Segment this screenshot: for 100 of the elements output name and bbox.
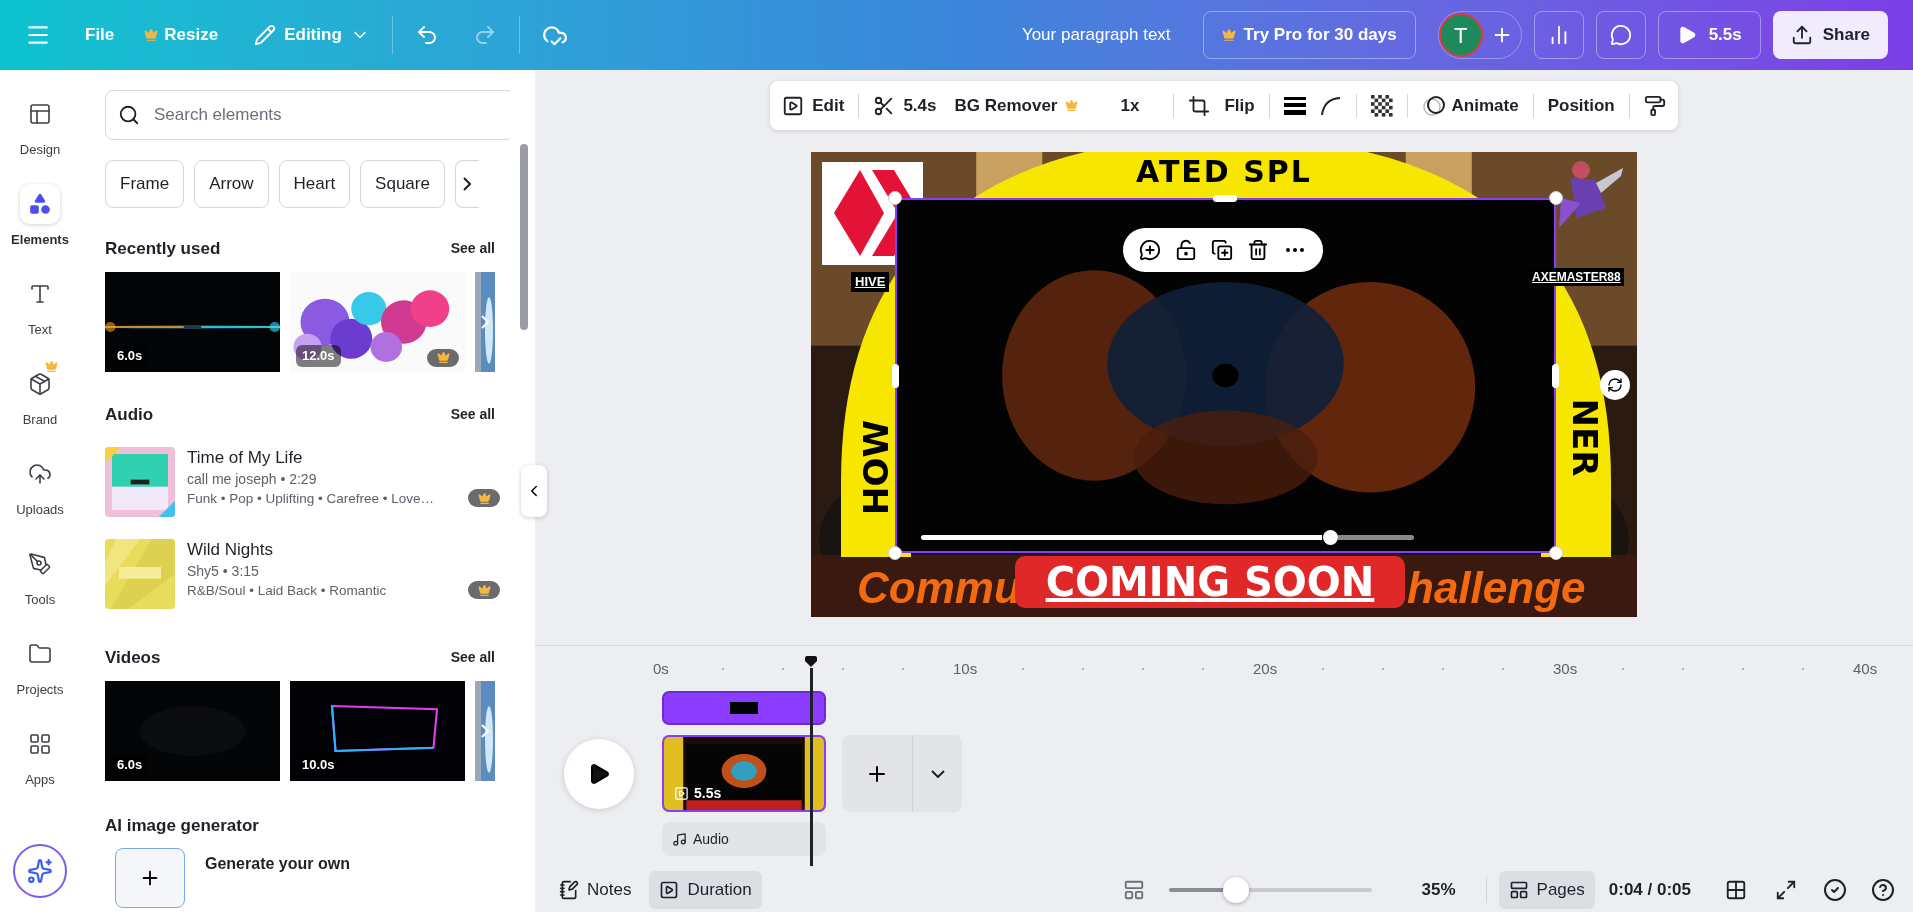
music-icon [672, 831, 687, 847]
crop-icon[interactable] [1188, 94, 1211, 117]
sidebar-tab[interactable]: Tools [0, 534, 80, 624]
track-meta: call me joseph • 2:29 [187, 470, 318, 489]
zoom-slider[interactable] [1168, 877, 1372, 903]
try-pro-button[interactable]: Try Pro for 30 days [1202, 11, 1416, 59]
line-weight-icon[interactable] [1283, 96, 1306, 115]
avatar[interactable]: T [1438, 13, 1483, 57]
design-text: hallenge [1407, 564, 1586, 612]
scrollbar-thumb[interactable] [520, 144, 528, 330]
grid-icon [28, 732, 52, 756]
filter-chip[interactable]: Frame [105, 160, 185, 208]
position-button[interactable]: Position [1547, 92, 1615, 119]
hive-label: HIVE [851, 272, 890, 292]
scrub-slider[interactable] [921, 530, 1414, 545]
more-chips-button[interactable] [454, 160, 479, 208]
playhead-handle-icon[interactable] [804, 656, 818, 668]
crown-icon [144, 28, 159, 42]
duration-button[interactable]: Duration [649, 871, 762, 909]
time-display: 0:04 / 0:05 [1608, 879, 1691, 902]
username-label: AXEMASTER88 [1529, 268, 1624, 286]
cloud-upload-icon [28, 462, 52, 486]
comment-add-icon[interactable] [1139, 239, 1161, 261]
video-clip[interactable]: 5.5s [662, 735, 826, 812]
see-all-link[interactable]: See all [450, 403, 495, 425]
pages-icon [1508, 880, 1529, 900]
text-track[interactable] [662, 691, 826, 725]
pen-icon [28, 552, 52, 576]
magic-button[interactable] [13, 844, 67, 898]
selection-handle[interactable] [1213, 195, 1237, 202]
trim-button[interactable]: 5.4s [873, 92, 937, 119]
sidebar-tab[interactable]: Text [0, 264, 80, 354]
sidebar-tab[interactable]: Apps [0, 714, 80, 804]
sidebar-tab[interactable]: Design [0, 84, 80, 174]
filter-chip[interactable]: Heart [278, 160, 351, 208]
notes-icon [559, 880, 579, 900]
sidebar-tab[interactable]: Uploads [0, 444, 80, 534]
section-title: Recently used [105, 238, 221, 260]
zoom-thumb[interactable] [1222, 877, 1249, 903]
search-icon [118, 104, 140, 126]
paint-roller-icon[interactable] [1643, 94, 1666, 117]
share-icon [1790, 24, 1813, 46]
document-title[interactable]: Your paragraph text [1021, 22, 1171, 48]
unlock-icon[interactable] [1175, 239, 1197, 261]
animate-button[interactable]: Animate [1421, 92, 1519, 119]
clip-duration: 5.5s [674, 783, 722, 804]
play-button[interactable]: 5.5s [1657, 11, 1761, 59]
duration-badge: 12.0s [296, 345, 341, 367]
time-tick: 20s [1253, 659, 1278, 679]
filter-chip[interactable]: Arrow [194, 160, 269, 208]
audio-track[interactable]: Wild Nights Shy5 • 3:15 R&B/Soul • Laid Back • Romantic [105, 539, 500, 609]
grid-icon[interactable] [1725, 879, 1747, 901]
caret-icon [930, 769, 945, 778]
search-field[interactable]: Search elements [105, 90, 510, 140]
fullscreen-icon[interactable] [1775, 879, 1797, 901]
notes-button[interactable]: Notes [553, 871, 638, 909]
flip-button[interactable]: Flip [1224, 92, 1255, 119]
selection-handle[interactable] [892, 364, 899, 388]
filter-chip[interactable]: Square [360, 160, 445, 208]
curve-icon[interactable] [1319, 94, 1342, 117]
duplicate-icon[interactable] [1211, 239, 1233, 261]
audio-track-bar[interactable]: Audio [662, 822, 826, 856]
help-icon[interactable] [1871, 878, 1895, 902]
time-tick: 0s [653, 659, 669, 679]
time-tick: 30s [1553, 659, 1578, 679]
sparkle-icon [27, 858, 53, 884]
see-all-link[interactable]: See all [450, 238, 495, 260]
speed-button[interactable]: 1x [1120, 92, 1140, 119]
share-button[interactable]: Share [1772, 11, 1888, 59]
trash-icon[interactable] [1247, 239, 1269, 261]
sidebar-tab[interactable]: Brand [0, 354, 80, 444]
audio-track[interactable]: Time of My Life call me joseph • 2:29 Funk • Pop • Uplifting • Carefree • Love… [105, 447, 500, 517]
coming-soon-banner: COMING SOON [1015, 556, 1405, 608]
edit-button[interactable]: Edit [782, 92, 845, 119]
selection-handle[interactable] [1552, 364, 1559, 388]
zoom-percent[interactable]: 35% [1421, 877, 1456, 903]
scroll-right-icon[interactable] [481, 314, 489, 329]
track-title: Wild Nights [187, 539, 274, 561]
sidebar-tab[interactable]: Projects [0, 624, 80, 714]
comment-icon [1609, 24, 1632, 46]
comment-button[interactable] [1595, 11, 1646, 59]
arch-text: HOW [854, 420, 897, 515]
pages-button[interactable]: Pages [1498, 871, 1595, 909]
see-all-link[interactable]: See all [450, 647, 495, 669]
track-tags: Funk • Pop • Uplifting • Carefree • Love… [187, 489, 456, 509]
transparency-icon[interactable] [1370, 94, 1393, 117]
playhead-line[interactable] [809, 668, 813, 866]
generate-label[interactable]: Generate your own [205, 852, 350, 908]
check-icon[interactable] [1823, 878, 1847, 902]
folder-icon [28, 642, 52, 666]
track-tags: R&B/Soul • Laid Back • Romantic [187, 581, 456, 601]
bg-remover-button[interactable]: BG Remover [954, 92, 1079, 119]
section-title: Audio [105, 403, 154, 426]
play-button[interactable] [563, 738, 634, 809]
animate-icon [1421, 94, 1446, 117]
layout-icon[interactable] [1122, 879, 1145, 901]
scroll-right-icon[interactable] [481, 723, 489, 738]
insights-button[interactable] [1533, 11, 1584, 59]
sidebar-tab[interactable]: Elements [0, 174, 80, 264]
crown-icon [477, 491, 491, 505]
